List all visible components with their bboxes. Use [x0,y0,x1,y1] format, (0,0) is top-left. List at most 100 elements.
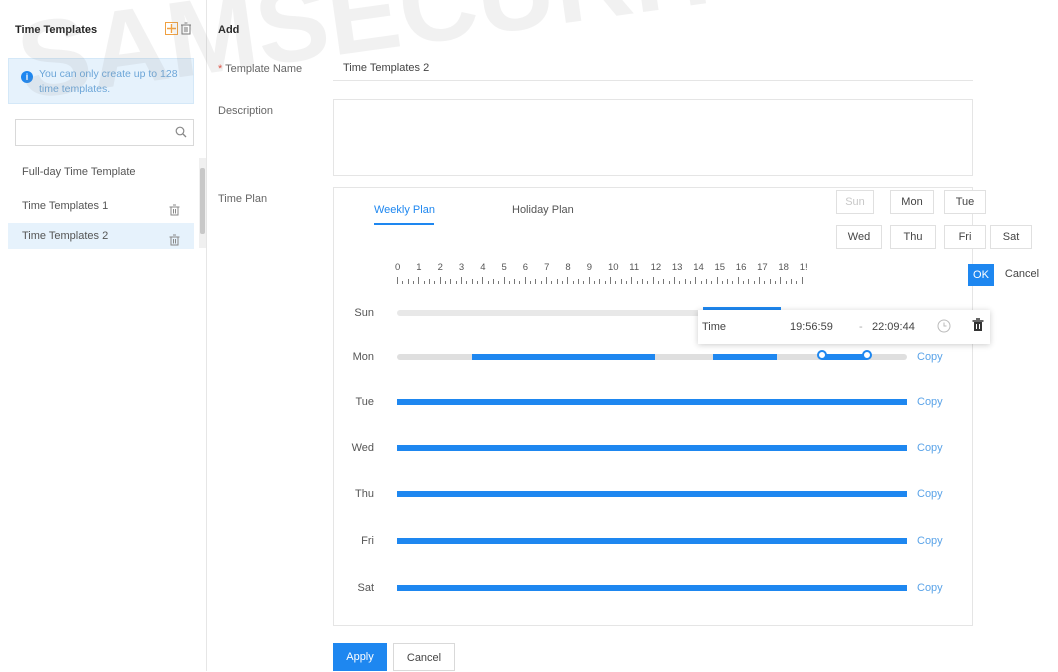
ruler-tick [615,281,617,284]
delete-template-icon[interactable] [180,22,192,38]
ruler-tick [743,281,745,284]
time-segment[interactable] [397,538,907,544]
end-time-input[interactable]: 22:09:44 [872,321,915,333]
ruler-tick [476,281,478,284]
timeline-track-tue[interactable] [397,399,907,405]
copy-link-fri[interactable]: Copy [917,535,943,547]
trash-icon[interactable] [169,200,180,216]
ruler-tick [663,279,665,284]
ruler-tick-label: 16 [735,262,747,273]
ruler-tick [604,281,606,284]
add-template-icon[interactable] [165,22,178,38]
template-search-input[interactable] [15,119,194,146]
ruler-tick [508,281,510,284]
ruler-tick [439,277,441,284]
timeline-track-mon[interactable] [397,350,907,360]
copy-day-tue[interactable]: Tue [944,190,986,214]
copy-day-mon[interactable]: Mon [890,190,934,214]
template-item-label: Time Templates 2 [22,230,109,242]
ruler-tick [562,281,564,284]
apply-button[interactable]: Apply [333,643,387,671]
time-plan-panel: Weekly Plan Holiday Plan 0 1 2 3 4 5 6 7 8 9 10 11 1… [333,187,973,626]
ruler-tick-label: 7 [544,262,550,273]
day-label-fri: Fri [361,535,374,547]
ruler-tick [791,279,793,284]
time-segment[interactable] [822,354,867,360]
day-label-sat: Sat [357,582,374,594]
time-segment[interactable] [472,354,655,360]
timeline-track-thu[interactable] [397,491,907,497]
cancel-button[interactable]: Cancel [393,643,455,671]
description-textarea[interactable] [333,99,973,176]
sidebar-scrollbar-thumb[interactable] [200,168,205,234]
trash-icon[interactable] [169,230,180,246]
day-label-thu: Thu [355,488,374,500]
ruler-tick [769,279,771,284]
ruler-tick [636,281,638,284]
ruler-tick [620,279,622,284]
time-separator: - [859,321,863,333]
ruler-tick [647,281,649,284]
ruler-tick [567,277,569,284]
template-name-input[interactable]: Time Templates 2 [333,56,973,81]
ruler-tick [652,277,654,284]
ruler-tick-label: 5 [501,262,507,273]
clock-icon[interactable] [937,319,951,336]
copy-link-mon[interactable]: Copy [917,351,943,363]
timeline-track-sat[interactable] [397,585,907,591]
ruler-tick [578,279,580,284]
time-segment[interactable] [397,399,907,405]
ruler-tick-label: 6 [522,262,529,273]
template-item-2[interactable]: Time Templates 2 [8,223,194,249]
ruler-tick [466,281,468,284]
copy-day-wed[interactable]: Wed [836,225,882,249]
copy-cancel-button[interactable]: Cancel [999,264,1045,286]
day-label-wed: Wed [351,442,374,454]
copy-link-thu[interactable]: Copy [917,488,943,500]
start-time-input[interactable]: 19:56:59 [790,321,833,333]
copy-day-fri[interactable]: Fri [944,225,986,249]
ruler-tick [428,279,430,284]
ruler-tick-label: 1! [799,262,808,273]
tab-weekly-plan[interactable]: Weekly Plan [374,204,435,216]
ruler-tick [711,281,713,284]
ruler-tick-label: 8 [565,262,571,273]
template-name-value: Time Templates 2 [343,62,430,74]
time-plan-label: Time Plan [218,193,268,205]
time-segment[interactable] [397,491,907,497]
ruler-tick [556,279,558,284]
delete-period-icon[interactable] [972,318,984,335]
time-segment[interactable] [397,445,907,451]
segment-handle[interactable] [862,350,872,360]
segment-handle[interactable] [817,350,827,360]
copy-link-wed[interactable]: Copy [917,442,943,454]
ruler-tick [695,277,697,284]
time-segment[interactable] [713,354,777,360]
ruler-tick [737,277,739,284]
ruler-tick [519,281,521,284]
ok-button[interactable]: OK [968,264,994,286]
template-item-1[interactable]: Time Templates 1 [8,193,194,219]
copy-day-sat[interactable]: Sat [990,225,1032,249]
ruler-tick [487,281,489,284]
tab-holiday-plan[interactable]: Holiday Plan [512,204,574,216]
timeline-track-fri[interactable] [397,538,907,544]
timeline-track-wed[interactable] [397,445,907,451]
copy-link-tue[interactable]: Copy [917,396,943,408]
ruler-tick [705,279,707,284]
template-name-label: * Template Name [218,63,302,75]
copy-day-thu[interactable]: Thu [890,225,936,249]
template-item-label: Time Templates 1 [22,200,109,212]
ruler-tick-label: 9 [586,262,592,273]
required-mark: * [218,63,223,75]
ruler-tick-label: 4 [480,262,486,273]
ruler-tick [599,279,601,284]
ruler-tick [540,281,542,284]
info-text: You can only create up to 128 time templ… [39,68,178,95]
copy-link-sat[interactable]: Copy [917,582,943,594]
ruler-tick [732,281,734,284]
ruler-tick [641,279,643,284]
template-item-full-day[interactable]: Full-day Time Template [8,159,194,185]
ruler-tick [785,281,787,284]
time-segment[interactable] [397,585,907,591]
